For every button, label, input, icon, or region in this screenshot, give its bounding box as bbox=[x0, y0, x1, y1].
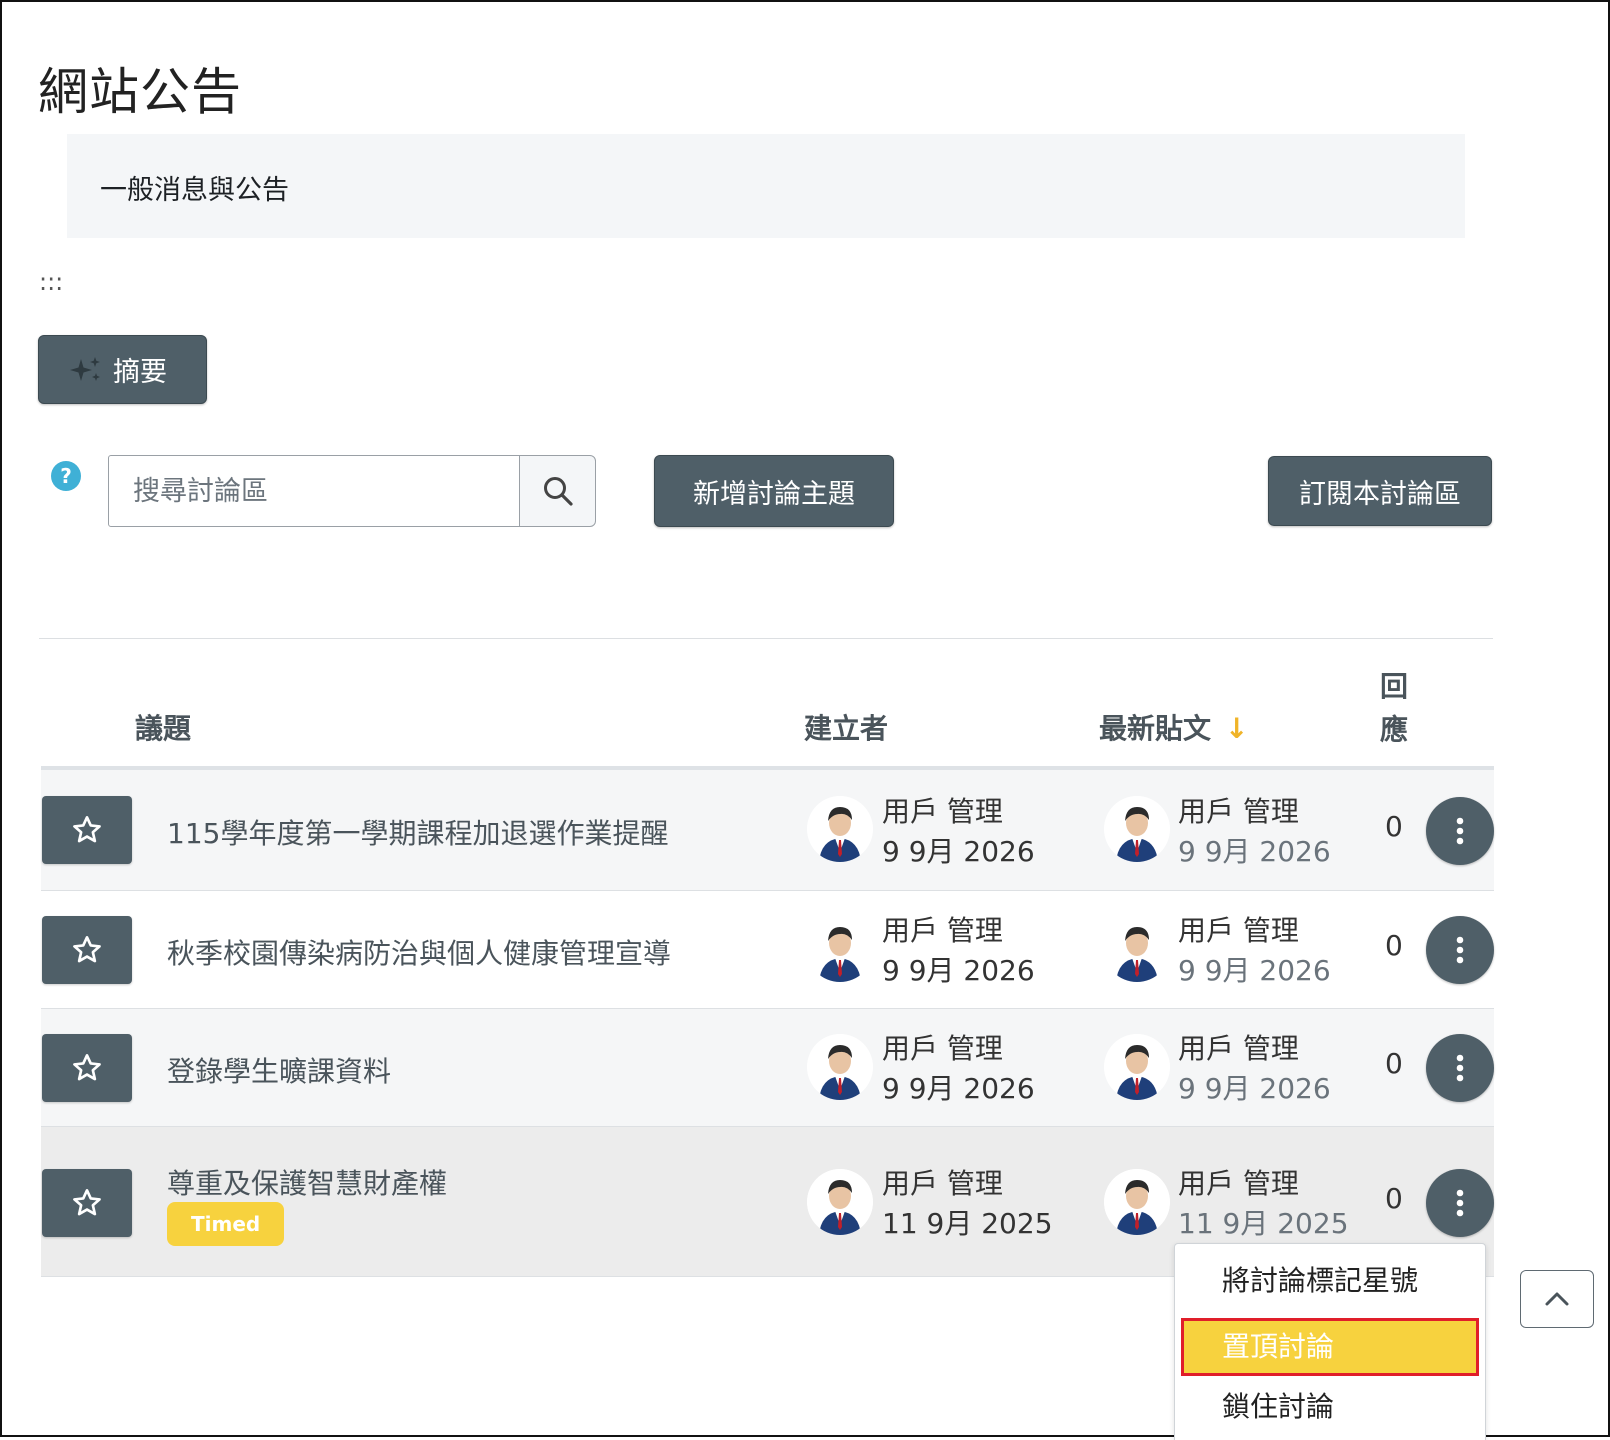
latest-post-date[interactable]: 11 9月 2025 bbox=[1178, 1202, 1349, 1242]
page-frame: 網站公告 一般消息與公告 ::: 摘要 ? 新增討論主題 訂閱本討論區 議題 建… bbox=[0, 0, 1610, 1440]
latest-poster-avatar[interactable] bbox=[1104, 796, 1170, 862]
latest-poster-name[interactable]: 用戶 管理 bbox=[1178, 790, 1299, 830]
search-input[interactable] bbox=[108, 455, 520, 527]
star-icon bbox=[73, 816, 101, 843]
column-header-replies[interactable]: 回應 bbox=[1380, 665, 1420, 751]
chevron-up-icon bbox=[1545, 1292, 1569, 1306]
row-actions-button[interactable] bbox=[1426, 797, 1494, 865]
column-header-creator[interactable]: 建立者 bbox=[804, 707, 888, 747]
star-icon bbox=[73, 1054, 101, 1081]
more-vertical-icon bbox=[1456, 936, 1464, 964]
latest-poster-avatar[interactable] bbox=[1104, 1034, 1170, 1100]
table-divider bbox=[39, 638, 1493, 639]
creator-name[interactable]: 用戶 管理 bbox=[882, 1027, 1003, 1067]
latest-poster-avatar[interactable] bbox=[1104, 1169, 1170, 1235]
reply-count: 0 bbox=[1385, 1182, 1403, 1215]
creator-name[interactable]: 用戶 管理 bbox=[882, 909, 1003, 949]
more-vertical-icon bbox=[1456, 1189, 1464, 1217]
topic-link[interactable]: 秋季校園傳染病防治與個人健康管理宣導 bbox=[167, 932, 671, 972]
column-header-topic[interactable]: 議題 bbox=[135, 707, 191, 747]
summary-button[interactable]: 摘要 bbox=[38, 335, 207, 404]
topic-link[interactable]: 登錄學生曠課資料 bbox=[167, 1050, 391, 1090]
row-actions-button[interactable] bbox=[1426, 916, 1494, 984]
menu-item-star-discussion[interactable]: 將討論標記星號 bbox=[1175, 1252, 1485, 1310]
sparkle-icon bbox=[70, 356, 100, 381]
creator-date: 9 9月 2026 bbox=[882, 954, 1035, 987]
back-to-top-button[interactable] bbox=[1520, 1270, 1594, 1328]
star-toggle-button[interactable] bbox=[42, 796, 132, 864]
creator-avatar[interactable] bbox=[807, 916, 873, 982]
column-header-latest-label: 最新貼文 bbox=[1099, 712, 1212, 745]
latest-poster-name[interactable]: 用戶 管理 bbox=[1178, 909, 1299, 949]
reply-count: 0 bbox=[1385, 810, 1403, 843]
sort-arrow-icon: ↓ bbox=[1225, 712, 1249, 745]
row-actions-button[interactable] bbox=[1426, 1034, 1494, 1102]
latest-poster-name[interactable]: 用戶 管理 bbox=[1178, 1162, 1299, 1202]
star-toggle-button[interactable] bbox=[42, 1169, 132, 1237]
creator-date: 11 9月 2025 bbox=[882, 1207, 1053, 1240]
star-icon bbox=[73, 1189, 101, 1216]
summary-button-label: 摘要 bbox=[113, 357, 167, 388]
latest-post-date[interactable]: 9 9月 2026 bbox=[1178, 949, 1331, 989]
creator-avatar[interactable] bbox=[807, 1034, 873, 1100]
page-title: 網站公告 bbox=[38, 63, 242, 121]
topic-link[interactable]: 115學年度第一學期課程加退選作業提醒 bbox=[167, 812, 668, 852]
subscribe-button[interactable]: 訂閱本討論區 bbox=[1268, 456, 1492, 526]
forum-intro-box: 一般消息與公告 bbox=[67, 134, 1465, 238]
menu-item-lock-discussion[interactable]: 鎖住討論 bbox=[1175, 1378, 1485, 1436]
creator-name[interactable]: 用戶 管理 bbox=[882, 790, 1003, 830]
forum-intro-text: 一般消息與公告 bbox=[100, 175, 289, 206]
column-header-latest[interactable]: 最新貼文 ↓ bbox=[1099, 707, 1248, 747]
drag-handle-icon[interactable]: ::: bbox=[39, 270, 63, 294]
creator-date: 9 9月 2026 bbox=[882, 1072, 1035, 1105]
table-row: 115學年度第一學期課程加退選作業提醒 用戶 管理 9 9月 2026 用戶 管… bbox=[41, 770, 1494, 891]
table-row: 秋季校園傳染病防治與個人健康管理宣導 用戶 管理 9 9月 2026 用戶 管理… bbox=[41, 891, 1494, 1009]
reply-count: 0 bbox=[1385, 1047, 1403, 1080]
latest-poster-name[interactable]: 用戶 管理 bbox=[1178, 1027, 1299, 1067]
row-actions-menu: 將討論標記星號 置頂討論 鎖住討論 bbox=[1174, 1243, 1486, 1440]
more-vertical-icon bbox=[1456, 817, 1464, 845]
star-icon bbox=[73, 936, 101, 963]
help-icon[interactable]: ? bbox=[51, 461, 81, 491]
creator-avatar[interactable] bbox=[807, 796, 873, 862]
search-icon bbox=[543, 477, 573, 506]
latest-post-date[interactable]: 9 9月 2026 bbox=[1178, 830, 1331, 870]
star-toggle-button[interactable] bbox=[42, 916, 132, 984]
latest-poster-avatar[interactable] bbox=[1104, 916, 1170, 982]
reply-count: 0 bbox=[1385, 929, 1403, 962]
topic-link[interactable]: 尊重及保護智慧財產權 bbox=[167, 1162, 447, 1202]
creator-name[interactable]: 用戶 管理 bbox=[882, 1162, 1003, 1202]
search-button[interactable] bbox=[519, 455, 596, 527]
menu-item-pin-discussion[interactable]: 置頂討論 bbox=[1181, 1318, 1479, 1376]
star-toggle-button[interactable] bbox=[42, 1034, 132, 1102]
latest-post-date[interactable]: 9 9月 2026 bbox=[1178, 1067, 1331, 1107]
row-actions-button[interactable] bbox=[1426, 1169, 1494, 1237]
new-topic-button[interactable]: 新增討論主題 bbox=[654, 455, 894, 527]
table-row: 登錄學生曠課資料 用戶 管理 9 9月 2026 用戶 管理 9 9月 2026… bbox=[41, 1009, 1494, 1127]
creator-date: 9 9月 2026 bbox=[882, 835, 1035, 868]
creator-avatar[interactable] bbox=[807, 1169, 873, 1235]
timed-badge: Timed bbox=[167, 1202, 285, 1246]
more-vertical-icon bbox=[1456, 1054, 1464, 1082]
